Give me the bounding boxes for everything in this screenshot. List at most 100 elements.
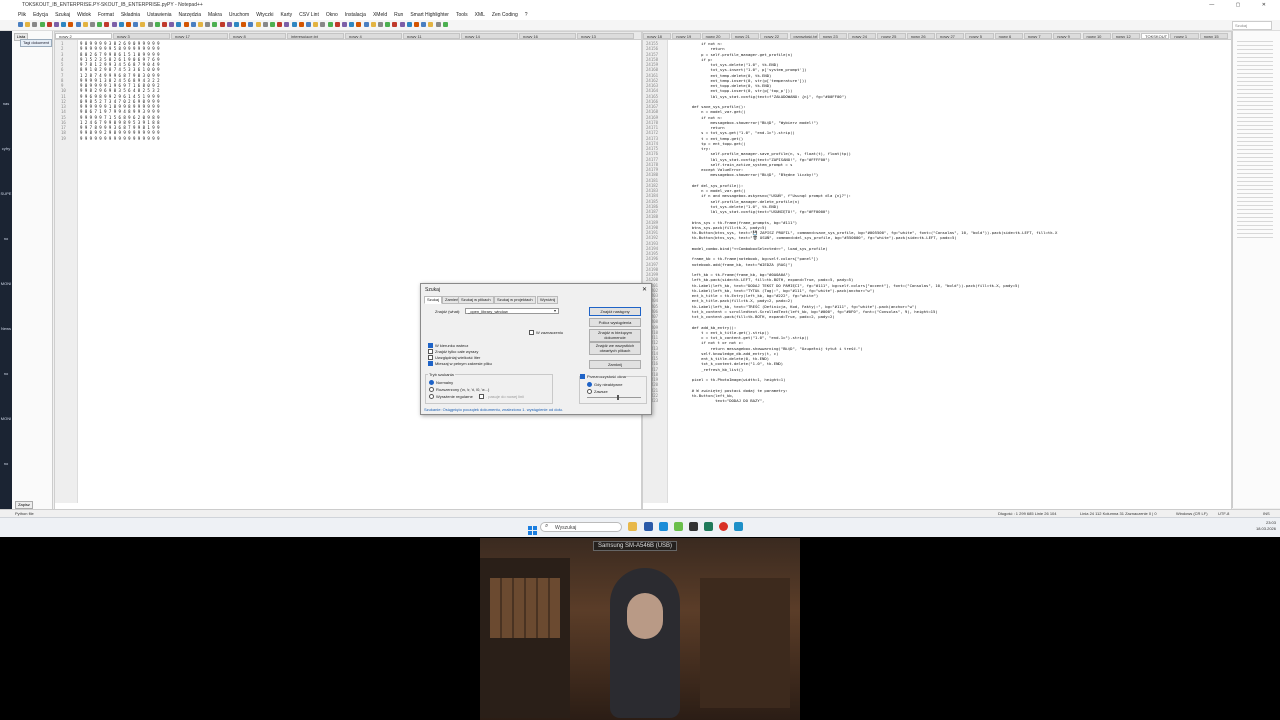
toolbar-search-input[interactable]: Szukaj [1232,21,1272,30]
desktop-shortcut-label[interactable]: no [0,371,12,376]
file-tab[interactable]: nowy 9 [1053,33,1082,39]
toolbar-button-icon[interactable] [205,22,211,27]
toolbar-button-icon[interactable] [126,22,131,27]
toolbar-button-icon[interactable] [154,22,160,27]
find-next-button[interactable]: Znajdź następny [589,307,641,316]
toolbar-button-icon[interactable] [97,22,103,27]
menu-item[interactable]: Narzędzia [179,12,202,18]
toolbar-button-icon[interactable] [406,22,412,27]
backward-checkbox[interactable]: W kierunku wstecz [428,343,468,349]
menu-item[interactable]: Uruchom [229,12,249,18]
transparency-checkbox[interactable]: Przezroczystość okna [580,374,626,380]
whole-word-checkbox[interactable]: Znajdź tylko całe wyrazy [428,349,478,355]
toolbar-button-icon[interactable] [162,22,167,27]
menu-item[interactable]: Karty [280,12,292,18]
desktop-shortcut-label[interactable]: nas [0,101,12,106]
menu-item[interactable]: Instalacja [345,12,366,18]
desktop-shortcut-label[interactable]: no [0,236,12,241]
toolbar-button-icon[interactable] [392,22,398,27]
file-tab[interactable]: nowy 26 [906,33,935,39]
menu-item[interactable]: Okno [326,12,338,18]
toolbar-button-icon[interactable] [90,22,95,27]
toolbar-button-icon[interactable] [46,22,52,27]
app-icon[interactable] [704,522,713,531]
toolbar-button-icon[interactable] [277,22,283,27]
toolbar-button-icon[interactable] [169,22,175,27]
toolbar-button-icon[interactable] [82,22,88,27]
toolbar-button-icon[interactable] [298,22,304,27]
file-tab[interactable]: nowy 19 [672,33,701,39]
toolbar-button-icon[interactable] [61,22,67,27]
desktop-shortcut-label[interactable]: News [0,326,12,331]
file-tab[interactable]: nowy 16 [519,33,576,39]
toolbar-button-icon[interactable] [104,22,110,27]
toolbar-button-icon[interactable] [334,22,340,27]
toolbar-button-icon[interactable] [428,22,434,27]
toolbar-button-icon[interactable] [313,22,319,27]
menu-item[interactable]: Ustawienia [147,12,171,18]
file-tab[interactable]: nowy 5 [965,33,994,39]
toolbar-button-icon[interactable] [118,22,124,27]
toolbar-button-icon[interactable] [342,22,347,27]
taskbar-search[interactable]: Wyszukaj [540,522,622,532]
file-tab[interactable]: nowy 2 [55,33,112,39]
count-button[interactable]: Policz wystąpienia [589,318,641,327]
code-text[interactable]: if not n: return p = self.profile_manage… [673,41,1058,403]
toolbar-button-icon[interactable] [111,22,117,27]
mode-normal-radio[interactable]: Normalny [429,380,453,386]
transparency-slider[interactable] [587,397,641,398]
tab-find[interactable]: Szukaj [424,296,443,304]
menu-item[interactable]: Plik [18,12,26,18]
tab-find-in-projects[interactable]: Szukaj w projektach [494,296,536,304]
menu-item[interactable]: Wtyczki [256,12,273,18]
menu-item[interactable]: Zen Coding [492,12,518,18]
in-selection-checkbox[interactable]: W zaznaczeniu [529,330,563,336]
toolbar-button-icon[interactable] [421,22,427,27]
app-icon[interactable] [644,522,653,531]
find-all-open-button[interactable]: Znajdź we wszystkich otwartych plikach [589,342,641,355]
file-tab[interactable]: nowy 7 [1023,33,1053,39]
toolbar-button-icon[interactable] [385,22,391,27]
file-tab[interactable]: nowy 24 [848,33,877,39]
toolbar-button-icon[interactable] [140,22,146,27]
toolbar-button-icon[interactable] [255,22,261,27]
toolbar-button-icon[interactable] [54,22,59,27]
toolbar-button-icon[interactable] [133,22,139,27]
mode-regex-radio[interactable]: Wyrażenie regularne [429,394,473,400]
toolbar-button-icon[interactable] [270,22,275,27]
menu-item[interactable]: ? [525,12,528,18]
file-tab[interactable]: TOKSKOUT_IB_ENTERPRISE.PY [1141,33,1170,39]
mode-extended-radio[interactable]: Rozszerzony (\n, \r, \t, \0, \x...) [429,387,489,393]
file-tab[interactable]: nowy 21 [730,33,760,39]
file-tab[interactable]: nowy 11 [403,33,460,39]
toolbar-button-icon[interactable] [241,22,247,27]
chrome-icon[interactable] [719,522,728,531]
terminal-icon[interactable] [689,522,698,531]
file-tab[interactable]: przyszłość.txt [789,33,818,39]
match-case-checkbox[interactable]: Uwzględniaj wielkość liter [428,355,480,361]
start-icon[interactable] [528,522,537,535]
transparency-always-radio[interactable]: Zawsze [587,389,608,395]
toolbar-button-icon[interactable] [291,22,297,27]
menu-item[interactable]: Format [98,12,114,18]
toolbar-button-icon[interactable] [212,22,218,27]
file-tab[interactable]: nowy 13 [577,33,634,39]
toolbar-button-icon[interactable] [18,22,23,27]
window-controls[interactable]: — ▢ ✕ [1209,0,1276,11]
menu-item[interactable]: Smart Highlighter [410,12,449,18]
toolbar-button-icon[interactable] [442,22,448,27]
tab-mark[interactable]: Wyróżnij [537,296,559,304]
file-explorer-icon[interactable] [628,522,637,531]
toolbar-button-icon[interactable] [68,22,74,27]
toolbar-button-icon[interactable] [284,22,290,27]
toolbar-button-icon[interactable] [414,22,419,27]
toolbar-button-icon[interactable] [183,22,189,27]
file-tab[interactable]: nowy 15 [1199,33,1228,39]
file-tab[interactable]: nowy 12 [1111,33,1141,39]
toolbar-button-icon[interactable] [356,22,362,27]
edge-icon[interactable] [659,522,668,531]
tab-find-in-files[interactable]: Szukaj w plikach [458,296,494,304]
slider-thumb[interactable] [617,395,619,400]
menu-item[interactable]: Widok [77,12,91,18]
toolbar-button-icon[interactable] [39,22,45,27]
